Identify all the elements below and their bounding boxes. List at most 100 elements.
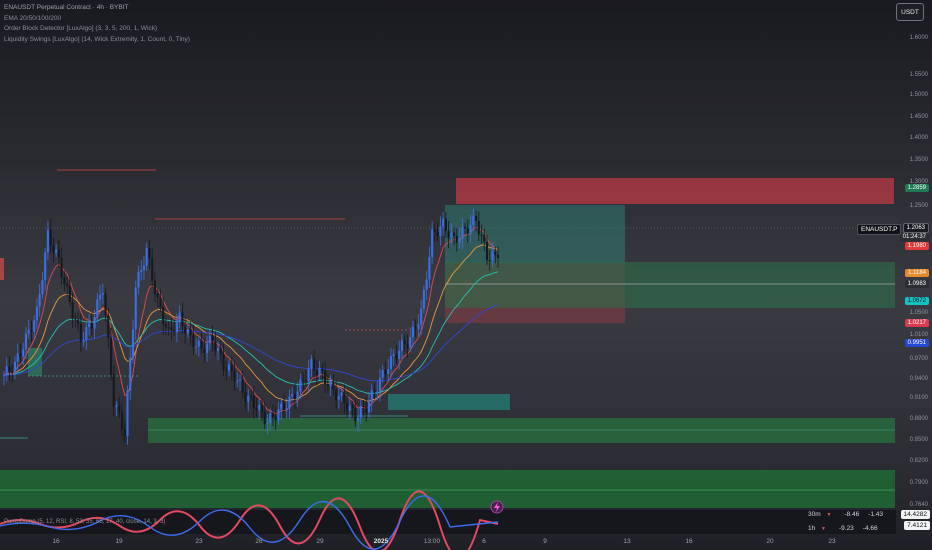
legend-ema[interactable]: EMA 20/50/100/200 [4,14,190,25]
legend-symbol[interactable]: ENAUSDT Perpetual Contract · 4h · BYBIT [4,3,190,14]
candle-body [217,348,220,351]
candle-body [140,270,143,272]
candle-body [60,257,63,278]
candle-body [90,323,93,329]
time-label: 26 [255,538,263,545]
candle-body [186,329,189,334]
candle-body [24,333,27,350]
candle-body [120,412,124,430]
candle-body [302,379,305,381]
time-label: 9 [543,538,547,545]
candle-body [384,369,387,375]
candle-body [455,235,458,243]
candle-body [282,403,285,410]
candle-body [406,344,409,348]
price-badge-stop: 1.0217 [904,319,929,327]
price-tick: 0.9700 [909,356,928,362]
candle-body [167,327,170,329]
candle-body [241,379,244,393]
price-tick: 1.4000 [909,135,928,141]
candle-body [258,404,261,411]
candle-body [324,371,327,385]
price-scale[interactable]: 1.6000 1.5500 1.5000 1.4500 1.4000 1.350… [896,0,932,510]
candle-body [115,405,118,407]
candle-body [49,229,52,246]
price-badge-ema100: 1.0672 [904,297,929,305]
candle-body [74,317,77,320]
candle-body [66,283,69,287]
candle-body [491,251,494,261]
candle-body [129,357,132,391]
candle-body [134,287,137,330]
time-label: 23 [195,538,203,545]
candle-body [148,248,151,259]
oscillator-value-b: -4.66 [862,525,878,532]
candle-body [197,340,200,347]
candle-body [13,361,17,374]
price-tick: 0.7900 [909,480,928,486]
candle-body [181,312,184,327]
candle-body [483,234,486,242]
price-tick: 1.0100 [909,332,928,338]
small-red-block [0,258,4,280]
candle-body [88,323,91,327]
price-chart[interactable] [0,0,932,550]
candle-body [255,408,258,411]
price-badge-ema20: 1.1980 [904,242,929,250]
candle-body [480,234,483,236]
candle-body [422,289,425,309]
candle-body [27,329,30,334]
candle-body [107,315,110,339]
price-badge-ema200: 0.9951 [904,339,929,347]
candle-body [85,326,88,341]
candle-body [436,231,439,237]
time-axis[interactable]: 16 19 23 26 29 2025 13:00 6 9 13 16 20 2… [0,534,896,550]
candle-body [428,257,431,280]
candle-body [354,408,357,422]
candle-body [400,340,403,351]
legend-liquidity[interactable]: Liquidity Swings [LuxAlgo] (14, Wick Ext… [4,35,190,46]
candle-body [351,405,354,409]
candle-body [269,413,272,423]
candle-body [79,324,82,342]
candle-body [233,371,236,382]
candle-body [464,226,467,229]
oscillator-row-30m: 30m ▼ -8.46 -1.43 [808,511,883,518]
price-tick: 1.4500 [909,114,928,120]
candle-body [447,231,450,239]
candle-body [340,392,343,396]
candle-body [252,396,255,409]
candle-body [274,417,277,421]
legend-order-block[interactable]: Order Block Detector [LuxAlgo] (3, 3, 5,… [4,24,190,35]
candle-body [414,326,417,330]
oscillator-value-a: -8.46 [844,511,860,518]
candle-body [343,392,346,404]
candle-body [96,299,99,318]
candle-body [299,379,302,392]
candle-body [249,395,253,397]
oscillator-legend[interactable]: PumpDump (5, 12, RSI, 8, 53, 35, 65, 17,… [4,519,165,525]
candle-body [192,335,195,347]
candle-body [370,389,373,402]
oscillator-value-a: -9.23 [838,525,854,532]
candle-body [57,249,60,258]
price-tick: 1.5000 [909,92,928,98]
candle-body [356,417,360,422]
candle-body [16,353,19,362]
price-tick: 0.7640 [909,502,928,508]
candle-body [19,353,22,357]
candle-body [189,329,192,336]
candle-body [348,405,351,411]
candle-body [195,346,198,348]
candle-body [293,393,296,400]
price-tick: 1.6000 [909,35,928,41]
candle-body [68,286,71,303]
candle-body [403,340,406,345]
candle-body [417,324,420,330]
candle-body [206,343,209,353]
candle-body [99,294,102,300]
candle-body [266,422,269,425]
candle-body [238,379,242,381]
candle-body [118,405,121,413]
price-tick: 1.2500 [909,203,928,209]
